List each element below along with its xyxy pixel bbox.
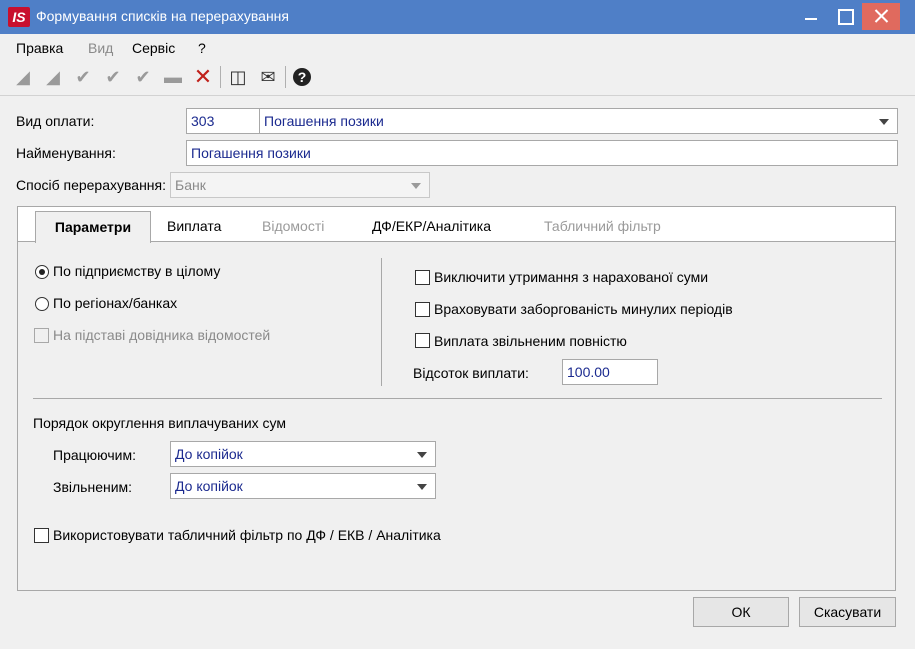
chevron-down-icon (417, 484, 427, 490)
percent-label: Відсоток виплати: (413, 365, 529, 381)
checkbox-directory-label: На підставі довідника відомостей (53, 327, 271, 343)
menu-service[interactable]: Сервіс (132, 40, 175, 56)
chevron-down-icon (879, 119, 889, 125)
payment-type-select[interactable]: Погашення позики (259, 108, 898, 134)
payment-type-value: Погашення позики (264, 113, 384, 129)
checkbox-exclude-label: Виключити утримання з нарахованої суми (434, 269, 709, 285)
horizontal-divider (33, 398, 882, 399)
menu-help[interactable]: ? (198, 40, 206, 56)
paste-icon[interactable]: ◢ (42, 66, 64, 88)
working-rounding-select[interactable]: До копійок (170, 441, 436, 467)
check-filter-icon[interactable]: ✔ (132, 66, 154, 88)
delete-icon[interactable]: ✕ (192, 66, 214, 88)
radio-enterprise[interactable] (35, 265, 49, 279)
name-label: Найменування: (16, 145, 116, 161)
dismissed-rounding-select[interactable]: До копійок (170, 473, 436, 499)
dismissed-label: Звільненим: (53, 479, 133, 495)
radio-regions[interactable] (35, 297, 49, 311)
transfer-method-select: Банк (170, 172, 430, 198)
mail-icon[interactable]: ✉ (257, 66, 279, 88)
payment-code-input[interactable]: 303 (186, 108, 260, 134)
toolbar-divider (0, 95, 915, 96)
checkbox-directory (34, 328, 49, 343)
working-rounding-value: До копійок (175, 446, 243, 462)
tab-analytics[interactable]: ДФ/ЕКР/Аналітика (372, 218, 491, 234)
check-icon[interactable]: ✔ (72, 66, 94, 88)
check-all-icon[interactable]: ✔ (102, 66, 124, 88)
app-logo-icon: IS (8, 7, 30, 27)
chevron-down-icon (417, 452, 427, 458)
checkbox-dismissed-label: Виплата звільненим повністю (434, 333, 627, 349)
checkbox-debt-label: Враховувати заборгованість минулих періо… (434, 301, 733, 317)
tab-table-filter[interactable]: Табличний фільтр (544, 218, 661, 234)
toolbar: ◢ ◢ ✔ ✔ ✔ ▬ ✕ ◫ ✉ ? (0, 62, 915, 92)
checkbox-exclude-deductions[interactable] (415, 270, 430, 285)
comment-icon[interactable]: ▬ (162, 66, 184, 88)
help-icon[interactable]: ? (291, 66, 313, 88)
radio-regions-label: По регіонах/банках (53, 295, 178, 311)
rounding-title: Порядок округлення виплачуваних сум (33, 415, 287, 431)
toolbar-separator (285, 66, 286, 88)
transfer-method-value: Банк (175, 177, 206, 193)
percent-input[interactable]: 100.00 (562, 359, 658, 385)
document-icon[interactable]: ◫ (227, 66, 249, 88)
checkbox-debt[interactable] (415, 302, 430, 317)
working-label: Працюючим: (53, 447, 136, 463)
dismissed-rounding-value: До копійок (175, 478, 243, 494)
radio-enterprise-label: По підприємству в цілому (53, 263, 221, 279)
minimize-button[interactable] (794, 0, 828, 34)
tab-parameters[interactable]: Параметри (35, 211, 151, 243)
payment-type-label: Вид оплати: (16, 113, 95, 129)
svg-text:?: ? (298, 69, 307, 85)
ok-button[interactable]: ОК (693, 597, 789, 627)
chevron-down-icon (411, 183, 421, 189)
checkbox-use-table-filter-label: Використовувати табличний фільтр по ДФ /… (53, 527, 441, 543)
menu-edit[interactable]: Правка (16, 40, 63, 56)
cancel-button[interactable]: Скасувати (799, 597, 896, 627)
tab-payment[interactable]: Виплата (167, 218, 221, 234)
title-bar: IS Формування списків на перерахування (0, 0, 915, 34)
maximize-button[interactable] (828, 0, 862, 34)
menu-bar: Правка Вид Сервіс ? (0, 36, 915, 60)
window-title: Формування списків на перерахування (36, 8, 289, 24)
checkbox-dismissed[interactable] (415, 333, 430, 348)
vertical-divider (381, 258, 382, 386)
toolbar-separator (220, 66, 221, 88)
copy-icon[interactable]: ◢ (12, 66, 34, 88)
close-button[interactable] (862, 3, 900, 30)
tab-statements[interactable]: Відомості (262, 218, 324, 234)
menu-view[interactable]: Вид (88, 40, 113, 56)
checkbox-use-table-filter[interactable] (34, 528, 49, 543)
transfer-method-label: Спосіб перерахування: (16, 177, 167, 193)
name-input[interactable]: Погашення позики (186, 140, 898, 166)
